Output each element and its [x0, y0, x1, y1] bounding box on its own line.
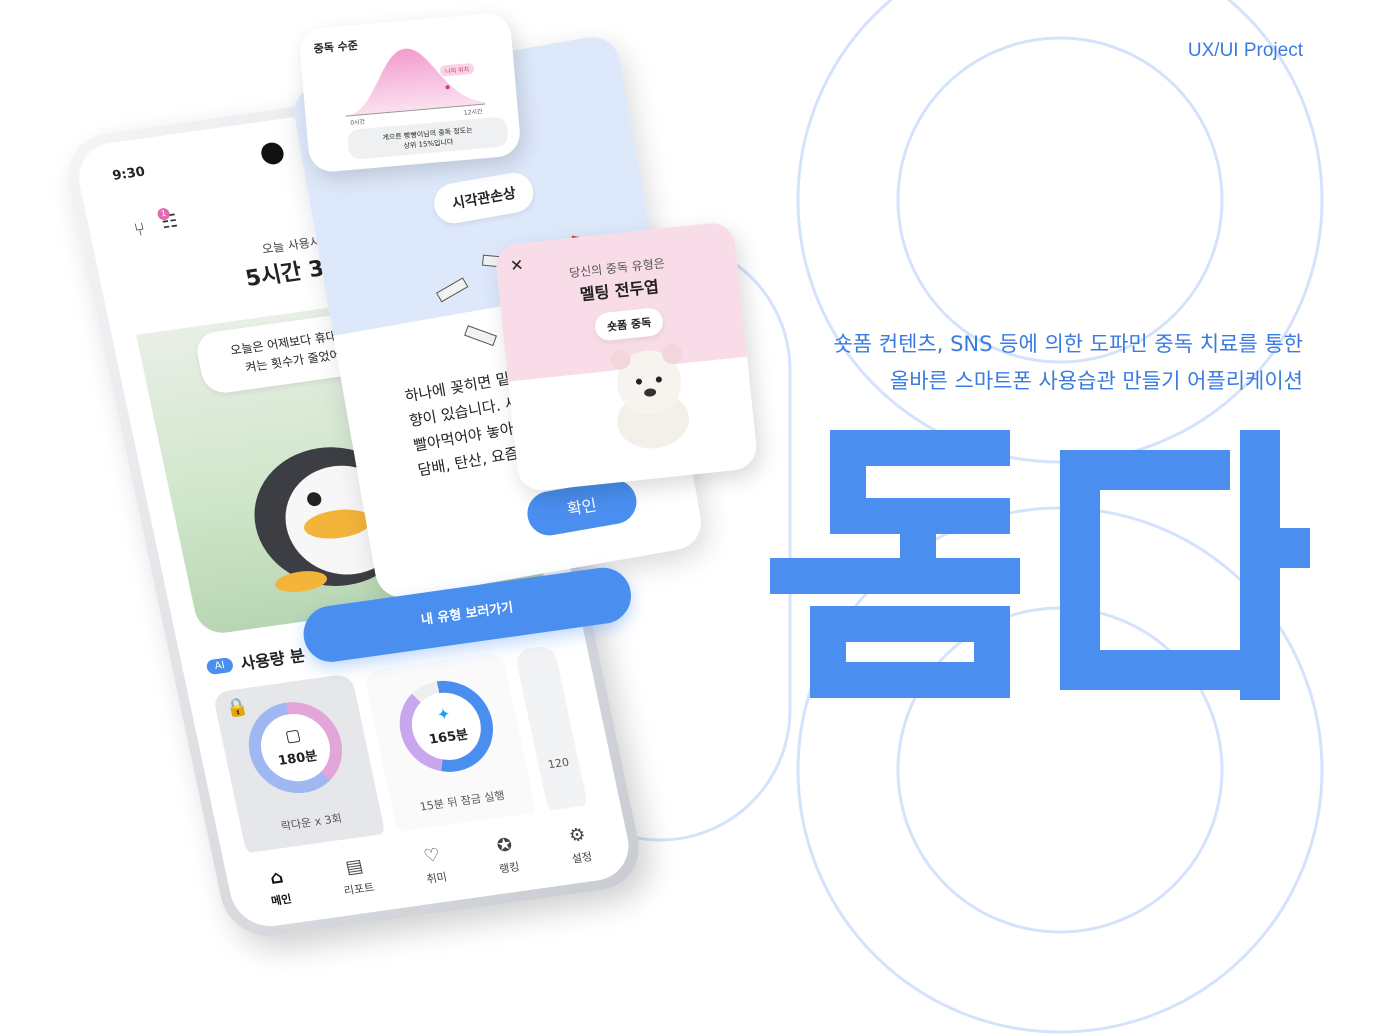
heart-icon: ♡ — [421, 843, 443, 867]
medal-icon: ✪ — [494, 833, 515, 857]
lock-icon: 🔒 — [223, 696, 251, 720]
app-usage-card-instagram[interactable]: 🔒 ▢ 180분 락다운 x 3회 — [212, 673, 387, 860]
subtitle: 숏폼 컨텐츠, SNS 등에 의한 도파민 중독 치료를 통한 올바른 스마트폰… — [833, 326, 1303, 400]
percentile-note: 게으른 빵빵이님의 중독 정도는 상위 15%입니다 — [346, 116, 509, 161]
x-axis-end: 12시간 — [463, 108, 483, 117]
home-icon: ⌂ — [267, 866, 286, 889]
tab-hobby[interactable]: ♡ 취미 — [420, 844, 449, 887]
tab-label: 취미 — [425, 870, 449, 886]
project-tag: UX/UI Project — [1187, 40, 1303, 61]
ai-usage-title: 사용량 분 — [238, 645, 307, 674]
lock-countdown: 15분 뒤 잠금 실행 — [418, 788, 506, 814]
ai-usage-analysis-header: AI 사용량 분 — [204, 642, 307, 679]
x-axis-start: 0시간 — [350, 118, 366, 127]
ai-chip: AI — [205, 656, 235, 675]
distribution-curve — [345, 48, 486, 117]
tab-ranking[interactable]: ✪ 랭킹 — [492, 833, 521, 876]
usage-ring: ✦ 165분 — [391, 674, 502, 778]
tab-label: 설정 — [570, 849, 594, 866]
status-time: 9:30 — [111, 164, 147, 184]
result-chip: 시각관손상 — [430, 169, 537, 227]
tab-label: 메인 — [269, 891, 293, 908]
tab-report[interactable]: ▤ 리포트 — [337, 854, 376, 898]
lockdown-count: 락다운 x 3회 — [279, 811, 343, 834]
share-icon[interactable]: ⑂ — [132, 219, 147, 241]
addiction-type-card: ✕ 당신의 중독 유형은 멜팅 전두엽 숏폼 중독 — [494, 220, 759, 493]
app-usage-card-twitter[interactable]: ✦ 165분 15분 뒤 잠금 실행 — [363, 652, 538, 838]
tab-label: 리포트 — [342, 880, 376, 898]
bear-character — [610, 343, 690, 449]
type-chip: 숏폼 중독 — [593, 306, 665, 342]
tab-label: 랭킹 — [497, 859, 521, 876]
gear-icon: ⚙ — [566, 823, 588, 847]
addiction-level-chart-card: 중독 수준 나의 위치 0시간 12시간 게으른 빵빵이님의 중독 정도는 상위… — [298, 11, 522, 174]
tab-main[interactable]: ⌂ 메인 — [264, 865, 293, 908]
report-icon: ▤ — [343, 854, 365, 878]
usage-ring-value: 120 — [546, 755, 571, 772]
logo-wordmark — [770, 430, 1310, 700]
usage-ring: ▢ 180분 — [240, 696, 351, 800]
camera-hole — [259, 141, 286, 166]
subtitle-line-2: 올바른 스마트폰 사용습관 만들기 어플리케이션 — [889, 369, 1303, 393]
tab-settings[interactable]: ⚙ 설정 — [565, 823, 594, 866]
subtitle-line-1: 숏폼 컨텐츠, SNS 등에 의한 도파민 중독 치료를 통한 — [833, 332, 1303, 356]
